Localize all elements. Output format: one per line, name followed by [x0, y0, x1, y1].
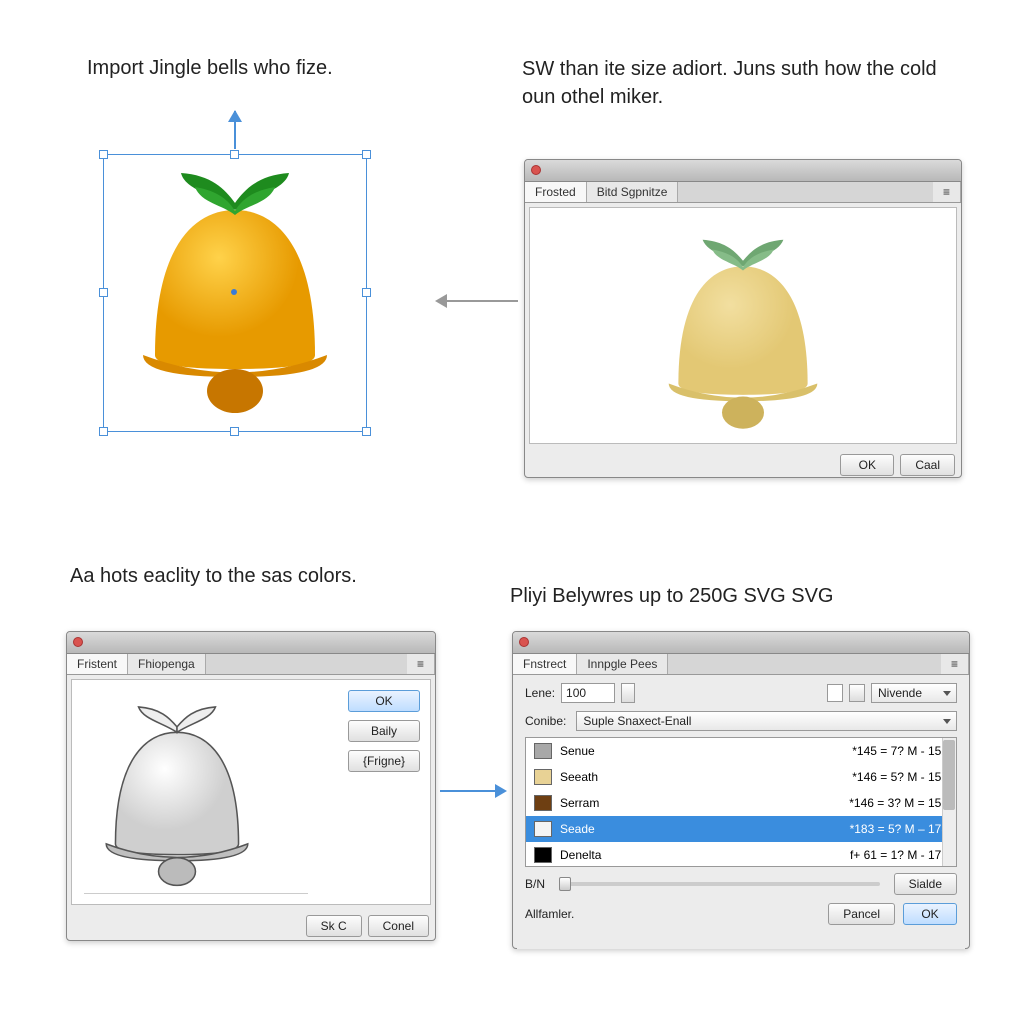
- swatch-name: Denelta: [560, 848, 842, 862]
- swatch-value: f+ 61 = 1? M - 172: [850, 848, 948, 862]
- list-item[interactable]: Seeath *146 = 5? M - 152: [526, 764, 956, 790]
- tab-innpgle[interactable]: Innpgle Pees: [577, 654, 668, 674]
- menu-icon[interactable]: ≡: [933, 182, 961, 202]
- ok-button[interactable]: OK: [840, 454, 894, 476]
- close-icon[interactable]: [519, 637, 529, 647]
- titlebar[interactable]: [67, 632, 435, 654]
- tab-fristent[interactable]: Fristent: [67, 654, 128, 674]
- conibe-dropdown[interactable]: Suple Snaxect-Enall: [576, 711, 957, 731]
- chevron-down-icon[interactable]: [849, 684, 865, 702]
- menu-icon[interactable]: ≡: [941, 654, 969, 674]
- outline-canvas: OK Baily {Frigne}: [71, 679, 431, 905]
- allfamler-label: Allfamler.: [525, 907, 574, 921]
- ok-button[interactable]: OK: [348, 690, 420, 712]
- resize-handle-tr[interactable]: [362, 150, 371, 159]
- swatch-value: *145 = 7? M - 152: [852, 744, 948, 758]
- swatch-icon: [534, 821, 552, 837]
- swatch-dialog: Fnstrect Innpgle Pees ≡ Lene: 100 Nivend…: [512, 631, 970, 949]
- list-item[interactable]: Senue *145 = 7? M - 152: [526, 738, 956, 764]
- swatch-name: Seeath: [560, 770, 844, 784]
- preview-dialog: Frosted Bitd Sgpnitze ≡ OK Caal: [524, 159, 962, 478]
- caption-step4: Pliyi Belywres up to 250G SVG SVG: [510, 585, 833, 608]
- swatch-list[interactable]: Senue *145 = 7? M - 152 Seeath *146 = 5? M…: [525, 737, 957, 867]
- slider-knob[interactable]: [559, 877, 571, 891]
- frigne-button[interactable]: {Frigne}: [348, 750, 420, 772]
- swatch-value: *183 = 5? M – 173: [850, 822, 948, 836]
- sialde-button[interactable]: Sialde: [894, 873, 957, 895]
- scrollbar[interactable]: [942, 738, 956, 866]
- swatch-icon: [534, 769, 552, 785]
- resize-handle-b[interactable]: [230, 427, 239, 436]
- list-item[interactable]: Denelta f+ 61 = 1? M - 172: [526, 842, 956, 867]
- caption-step2: SW than ite size adiort. Juns suth how t…: [522, 55, 942, 111]
- bn-slider[interactable]: [559, 882, 880, 886]
- lene-label: Lene:: [525, 686, 555, 700]
- swatch-name: Seade: [560, 822, 842, 836]
- resize-handle-t[interactable]: [230, 150, 239, 159]
- skc-button[interactable]: Sk C: [306, 915, 362, 937]
- preview-canvas: [529, 207, 957, 444]
- swatch-icon: [534, 795, 552, 811]
- resize-handle-l[interactable]: [99, 288, 108, 297]
- swatch-icon: [534, 743, 552, 759]
- bell-outline-illustration: [82, 690, 272, 890]
- resize-handle-tl[interactable]: [99, 150, 108, 159]
- swatch-icon: [534, 847, 552, 863]
- swatch-name: Senue: [560, 744, 844, 758]
- scrollbar-thumb[interactable]: [943, 740, 955, 810]
- tab-frosted[interactable]: Frosted: [525, 182, 587, 202]
- swatch-value: *146 = 3? M = 152: [849, 796, 948, 810]
- canvas-selection-box[interactable]: [103, 154, 367, 432]
- swatch-value: *146 = 5? M - 152: [852, 770, 948, 784]
- lene-stepper[interactable]: [621, 683, 635, 703]
- caption-step1: Import Jingle bells who fize.: [87, 57, 333, 80]
- baily-button[interactable]: Baily: [348, 720, 420, 742]
- list-item-selected[interactable]: Seade *183 = 5? M – 173: [526, 816, 956, 842]
- page-icon[interactable]: [827, 684, 843, 702]
- titlebar[interactable]: [513, 632, 969, 654]
- resize-handle-br[interactable]: [362, 427, 371, 436]
- lene-input[interactable]: 100: [561, 683, 615, 703]
- rotate-handle-icon[interactable]: [234, 111, 236, 149]
- swatch-name: Serram: [560, 796, 841, 810]
- caption-step3: Aa hots eaclity to the sas colors.: [70, 565, 357, 588]
- bell-color-illustration: [115, 155, 355, 415]
- resize-handle-r[interactable]: [362, 288, 371, 297]
- bn-label: B/N: [525, 877, 545, 891]
- selection-center-icon: [231, 289, 237, 295]
- ok-button[interactable]: OK: [903, 903, 957, 925]
- flow-arrow-right-icon: [440, 790, 504, 792]
- separator: [84, 893, 308, 894]
- conibe-label: Conibe:: [525, 714, 566, 728]
- resize-handle-bl[interactable]: [99, 427, 108, 436]
- menu-icon[interactable]: ≡: [407, 654, 435, 674]
- close-icon[interactable]: [73, 637, 83, 647]
- close-icon[interactable]: [531, 165, 541, 175]
- tab-fnstrect[interactable]: Fnstrect: [513, 654, 577, 674]
- titlebar[interactable]: [525, 160, 961, 182]
- nivende-dropdown[interactable]: Nivende: [871, 683, 957, 703]
- tab-bitd[interactable]: Bitd Sgpnitze: [587, 182, 679, 202]
- conel-button[interactable]: Conel: [368, 915, 429, 937]
- bell-faded-illustration: [643, 222, 843, 432]
- cancel-button[interactable]: Caal: [900, 454, 955, 476]
- pancel-button[interactable]: Pancel: [828, 903, 895, 925]
- tab-fhiopenga[interactable]: Fhiopenga: [128, 654, 206, 674]
- list-item[interactable]: Serram *146 = 3? M = 152: [526, 790, 956, 816]
- outline-dialog: Fristent Fhiopenga ≡ OK Baily {Frigne} S…: [66, 631, 436, 941]
- flow-arrow-left-icon: [438, 300, 518, 302]
